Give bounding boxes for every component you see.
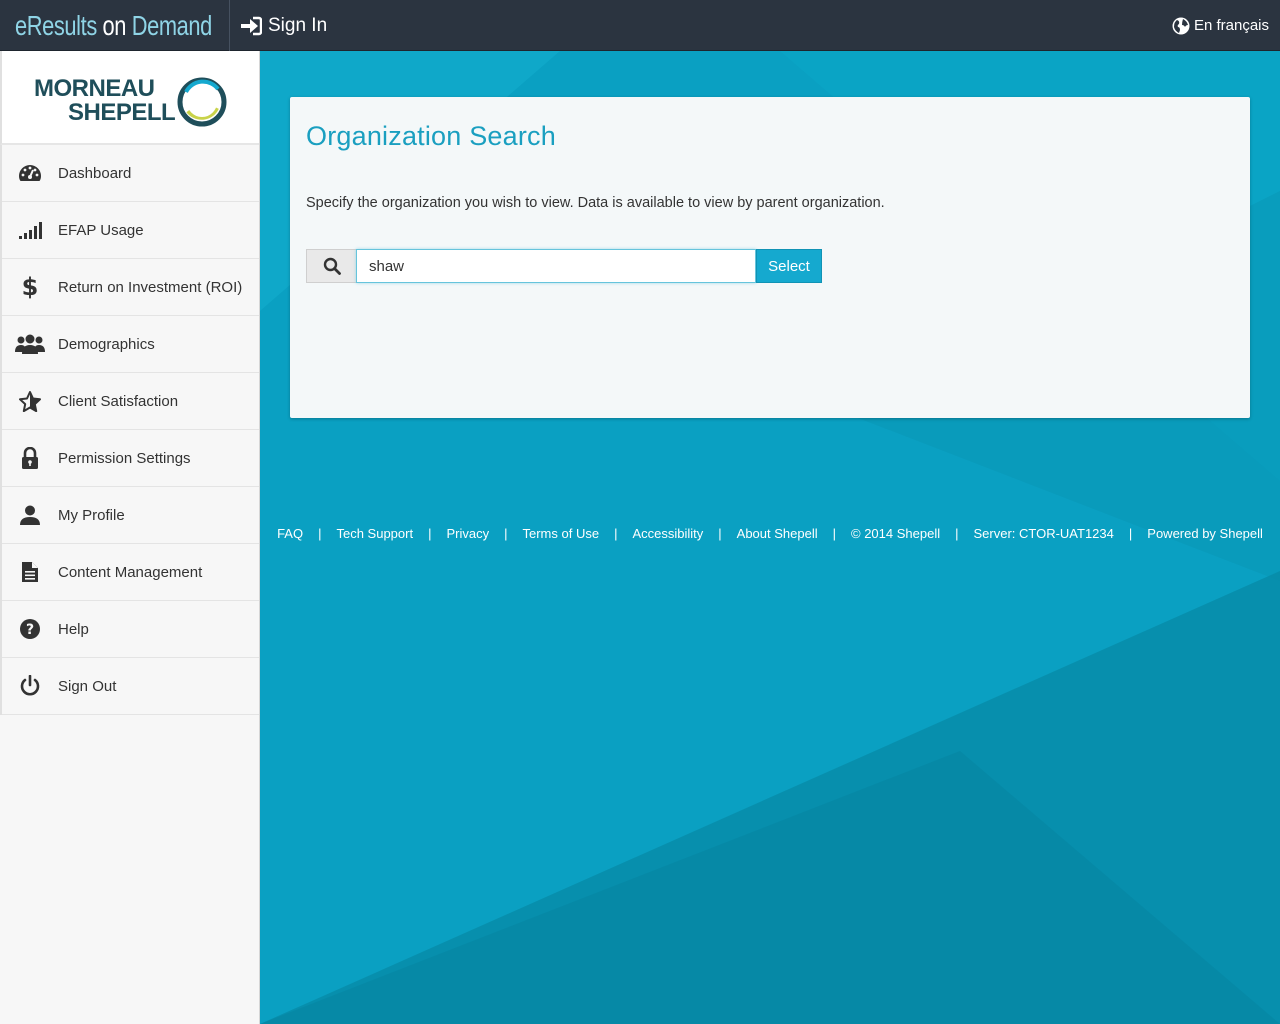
search-addon [306, 249, 356, 283]
sidebar: MORNEAU SHEPELL Dashboard EFAP Usage $ R… [0, 51, 260, 1024]
sidebar-item-permission-settings[interactable]: Permission Settings [2, 430, 259, 487]
footer-link-accessibility[interactable]: Accessibility [632, 526, 703, 541]
footer-separator: | [832, 526, 836, 541]
sidebar-item-roi[interactable]: $ Return on Investment (ROI) [2, 259, 259, 316]
footer-copyright: © 2014 Shepell [851, 526, 941, 541]
footer-separator: | [504, 526, 508, 541]
footer-server-info: Server: CTOR-UAT1234 [973, 526, 1114, 541]
lock-icon [22, 447, 38, 469]
footer-links: FAQ | Tech Support | Privacy | Terms of … [277, 526, 1263, 541]
brand-title: eResults on Demand [15, 9, 212, 41]
brand-link[interactable]: eResults on Demand [0, 0, 230, 51]
users-icon [15, 334, 45, 354]
sidebar-item-content-management[interactable]: Content Management [2, 544, 259, 601]
footer-separator: | [1128, 526, 1133, 541]
dashboard-icon [19, 165, 41, 181]
sidebar-item-demographics[interactable]: Demographics [2, 316, 259, 373]
footer-link-tech-support[interactable]: Tech Support [336, 526, 413, 541]
logo-text: MORNEAU SHEPELL [34, 75, 176, 126]
power-icon [20, 675, 40, 696]
page-title: Organization Search [306, 121, 556, 151]
sidebar-item-dashboard[interactable]: Dashboard [2, 145, 259, 202]
user-icon [20, 505, 40, 525]
select-button[interactable]: Select [756, 249, 822, 283]
top-navbar: eResults on Demand Sign In En français [0, 0, 1280, 51]
sign-in-label: Sign In [268, 14, 328, 36]
signal-bars-icon [19, 222, 42, 239]
footer-separator: | [614, 526, 618, 541]
dollar-icon: $ [21, 273, 39, 301]
globe-icon [1172, 17, 1190, 34]
footer-link-powered-by[interactable]: Powered by Shepell [1147, 526, 1263, 541]
footer-link-faq[interactable]: FAQ [277, 526, 303, 541]
sidebar-item-sign-out[interactable]: Sign Out [2, 658, 259, 715]
logo-ring-icon [177, 77, 227, 127]
svg-text:?: ? [26, 622, 34, 638]
footer-separator: | [955, 526, 959, 541]
footer-separator: | [428, 526, 432, 541]
sign-in-link[interactable]: Sign In [240, 0, 327, 51]
search-icon [323, 257, 341, 275]
sidebar-item-help[interactable]: ? Help [2, 601, 259, 658]
sidebar-item-my-profile[interactable]: My Profile [2, 487, 259, 544]
search-group: Select [306, 249, 822, 283]
footer-link-about-shepell[interactable]: About Shepell [737, 526, 818, 541]
organization-search-panel: Organization Search Specify the organiza… [290, 97, 1250, 418]
language-toggle[interactable]: En français [1172, 0, 1269, 51]
document-icon [22, 562, 38, 582]
page-description: Specify the organization you wish to vie… [306, 195, 885, 211]
organization-search-input[interactable] [356, 249, 756, 283]
language-label: En français [1193, 17, 1269, 34]
footer-link-terms-of-use[interactable]: Terms of Use [523, 526, 600, 541]
sidebar-nav: Dashboard EFAP Usage $ Return on Investm… [0, 145, 259, 715]
footer-separator: | [318, 526, 322, 541]
star-icon [19, 390, 41, 412]
company-logo: MORNEAU SHEPELL [0, 51, 259, 145]
sidebar-item-efap-usage[interactable]: EFAP Usage [2, 202, 259, 259]
sign-in-icon [241, 16, 262, 35]
footer-separator: | [718, 526, 722, 541]
question-icon: ? [20, 619, 40, 639]
footer-link-privacy[interactable]: Privacy [446, 526, 489, 541]
sidebar-item-client-satisfaction[interactable]: Client Satisfaction [2, 373, 259, 430]
